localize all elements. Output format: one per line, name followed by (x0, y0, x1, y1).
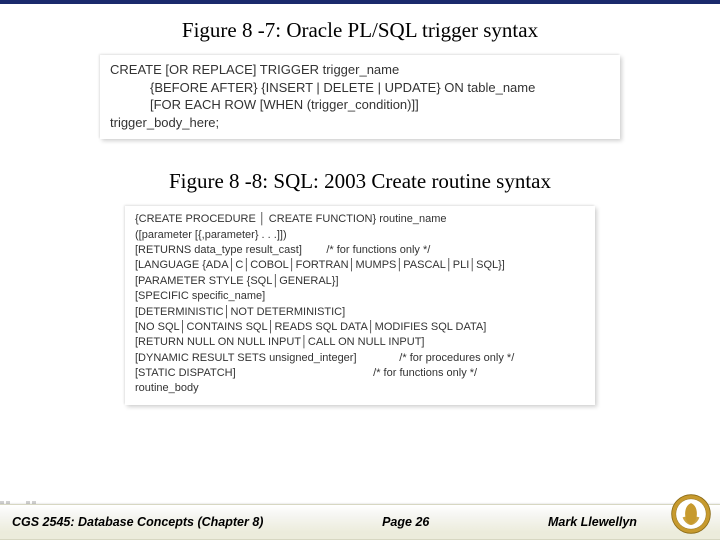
code-line: ([parameter [{,parameter} . . .]]) (135, 228, 585, 243)
code-line: [PARAMETER STYLE {SQL│GENERAL}] (135, 274, 585, 289)
code-line: {CREATE PROCEDURE │ CREATE FUNCTION} rou… (135, 212, 585, 227)
code-line: {BEFORE AFTER} {INSERT | DELETE | UPDATE… (110, 79, 610, 97)
slide: Figure 8 -7: Oracle PL/SQL trigger synta… (0, 4, 720, 540)
code-line: trigger_body_here; (110, 114, 610, 132)
code-line: [STATIC DISPATCH] /* for functions only … (135, 366, 585, 381)
code-line: [SPECIFIC specific_name] (135, 289, 585, 304)
code-line: [NO SQL│CONTAINS SQL│READS SQL DATA│MODI… (135, 320, 585, 335)
code-line: [DETERMINISTIC│NOT DETERMINISTIC] (135, 305, 585, 320)
footer-content: CGS 2545: Database Concepts (Chapter 8) … (0, 505, 720, 539)
footer-course: CGS 2545: Database Concepts (Chapter 8) (12, 515, 263, 529)
figure-1-caption: Figure 8 -7: Oracle PL/SQL trigger synta… (0, 18, 720, 43)
code-line: CREATE [OR REPLACE] TRIGGER trigger_name (110, 61, 610, 79)
ucf-seal-icon (670, 493, 712, 535)
code-line: [LANGUAGE {ADA│C│COBOL│FORTRAN│MUMPS│PAS… (135, 258, 585, 273)
code-line: routine_body (135, 381, 585, 396)
code-line: [RETURNS data_type result_cast] /* for f… (135, 243, 585, 258)
code-line: [RETURN NULL ON NULL INPUT│CALL ON NULL … (135, 335, 585, 350)
code-line: [FOR EACH ROW [WHEN (trigger_condition)]… (110, 96, 610, 114)
figure-1-codebox: CREATE [OR REPLACE] TRIGGER trigger_name… (100, 55, 620, 139)
code-line: [DYNAMIC RESULT SETS unsigned_integer] /… (135, 351, 585, 366)
footer-bar: CGS 2545: Database Concepts (Chapter 8) … (0, 504, 720, 540)
figure-2-caption: Figure 8 -8: SQL: 2003 Create routine sy… (0, 169, 720, 194)
figure-2-codebox: {CREATE PROCEDURE │ CREATE FUNCTION} rou… (125, 206, 595, 405)
footer-page: Page 26 (263, 515, 548, 529)
